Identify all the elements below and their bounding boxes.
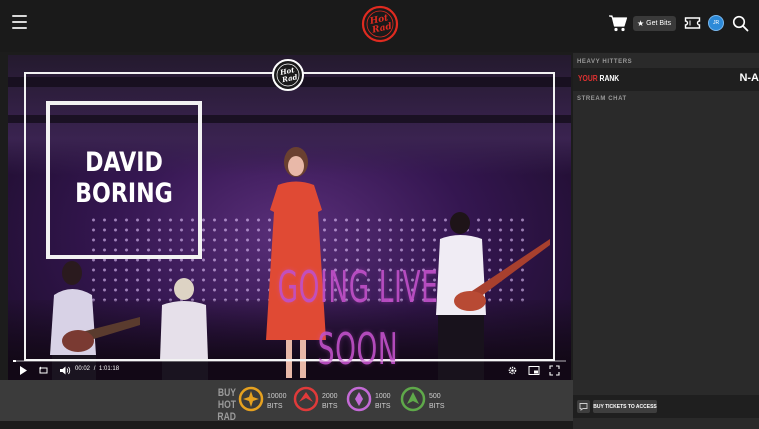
bits-pack-1000[interactable]: 1000 BITS: [346, 385, 396, 415]
star-icon: ★: [637, 19, 645, 28]
your-rank-label: YOUR RANK: [578, 74, 619, 83]
bits-amount: 1000: [375, 393, 391, 400]
picture-in-picture-icon[interactable]: [528, 365, 540, 376]
search-icon[interactable]: [732, 15, 749, 32]
your-rank-row: YOUR RANK N-A: [573, 68, 759, 91]
chat-bubble-icon[interactable]: [577, 400, 590, 413]
replay-icon[interactable]: [38, 365, 49, 376]
user-avatar[interactable]: JR: [708, 15, 724, 31]
time-separator: /: [93, 366, 96, 372]
current-time: 00:02: [75, 366, 91, 372]
top-header: Hot Rad ★ Get Bits JR: [0, 0, 759, 52]
video-time: 00:02 / 1:01:18: [75, 366, 119, 372]
bottom-strip: [0, 421, 573, 429]
video-player[interactable]: DAVID BORING Hot Rad GOING LIVE SOON: [8, 55, 571, 380]
duration: 1:01:18: [99, 366, 120, 372]
rank-label: RANK: [599, 74, 620, 83]
bits-pack-500[interactable]: 500 BITS: [400, 385, 450, 415]
buy-bits-bar: BUY HOT RAD BITS 10000 BITS 2000 BITS 10…: [0, 380, 573, 429]
bits-unit: BITS: [375, 403, 391, 410]
video-controls: 00:02 / 1:01:18: [8, 360, 571, 380]
stream-chat-title: STREAM CHAT: [577, 96, 627, 102]
bits-amount: 10000: [267, 393, 287, 400]
buy-tickets-to-access-button[interactable]: BUY TICKETS TO ACCESS: [593, 400, 657, 413]
bits-coin-gold-icon: [238, 386, 264, 412]
bits-coin-green-icon: [400, 386, 426, 412]
right-sidebar: HEAVY HITTERS YOUR RANK N-A STREAM CHAT …: [573, 53, 759, 429]
ticket-icon[interactable]: [684, 16, 701, 30]
get-bits-button[interactable]: ★ Get Bits: [633, 16, 677, 31]
hamburger-menu-icon[interactable]: [12, 15, 27, 29]
bits-pack-10000[interactable]: 10000 BITS: [238, 385, 290, 415]
hot-rad-logo[interactable]: Hot Rad: [358, 4, 402, 44]
bits-unit: BITS: [267, 403, 283, 410]
hot-rad-badge-logo: Hot Rad: [272, 59, 304, 91]
band-name-line1: DAVID: [85, 147, 163, 178]
chat-input-bar: BUY TICKETS TO ACCESS: [573, 395, 759, 418]
fullscreen-icon[interactable]: [549, 365, 560, 376]
band-name: DAVID BORING: [63, 147, 184, 209]
get-bits-label: Get Bits: [646, 20, 672, 27]
play-icon[interactable]: [19, 365, 28, 376]
heavy-hitters-title: HEAVY HITTERS: [577, 59, 633, 65]
band-name-line2: BORING: [75, 178, 173, 209]
bits-amount: 2000: [322, 393, 338, 400]
rank-prefix: YOUR: [578, 74, 598, 83]
video-progress-bar[interactable]: [13, 360, 566, 362]
video-progress-fill: [13, 360, 16, 362]
bits-amount: 500: [429, 393, 441, 400]
bits-unit: BITS: [322, 403, 338, 410]
bits-coin-purple-icon: [346, 386, 372, 412]
rank-value: N-A: [739, 72, 759, 84]
volume-icon[interactable]: [59, 365, 71, 376]
bits-unit: BITS: [429, 403, 445, 410]
buy-hot-line1: BUY HOT: [217, 387, 236, 411]
bits-pack-2000[interactable]: 2000 BITS: [293, 385, 343, 415]
chat-bubble-glyph: [579, 403, 588, 411]
bits-coin-red-icon: [293, 386, 319, 412]
cart-icon[interactable]: [608, 14, 628, 32]
settings-gear-icon[interactable]: [507, 365, 518, 376]
